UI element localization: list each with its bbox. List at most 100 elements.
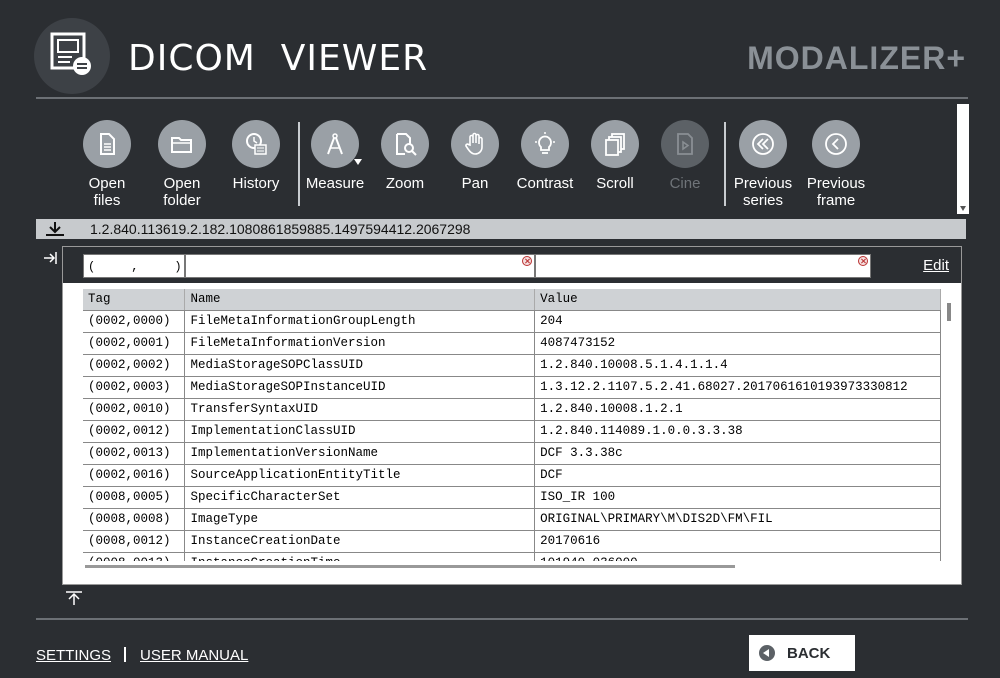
clear-name-filter-icon[interactable] (522, 256, 532, 266)
tag-cell: (0008,0013) (83, 552, 186, 561)
user-manual-link[interactable]: USER MANUAL (140, 647, 248, 664)
measure-label: Measure (305, 175, 365, 192)
name-cell: ImageType (184, 508, 536, 531)
name-cell: FileMetaInformationGroupLength (184, 310, 536, 333)
compass-icon (327, 133, 343, 155)
tag-cell: (0008,0005) (83, 486, 186, 509)
tag-cell: (0002,0001) (83, 332, 186, 355)
column-header-value[interactable]: Value (534, 289, 941, 311)
table-row[interactable]: (0002,0012) ImplementationClassUID 1.2.840… (83, 420, 941, 443)
dock-right-icon[interactable] (44, 250, 58, 266)
filter-bar: ( , ) Edit (63, 247, 961, 283)
cine-button[interactable]: Cine (648, 120, 722, 192)
previous-frame-label: Previous frame (806, 175, 866, 209)
previous-frame-button[interactable]: Previous frame (799, 120, 873, 209)
stack-icon (605, 133, 625, 156)
tag-cell: (0008,0008) (83, 508, 186, 531)
name-cell: ImplementationVersionName (184, 442, 536, 465)
app-title: DICOM VIEWER (128, 38, 429, 79)
pan-button[interactable]: Pan (438, 120, 512, 192)
value-cell: 1.2.840.10008.1.2.1 (534, 398, 941, 421)
name-cell: SourceApplicationEntityTitle (184, 464, 536, 487)
value-cell: 1.2.840.114089.1.0.0.3.3.38 (534, 420, 941, 443)
header-divider (36, 97, 968, 99)
back-button[interactable]: BACK (749, 635, 855, 671)
chevron-left-icon (825, 133, 847, 155)
toolbar-scrollbar[interactable] (957, 104, 969, 214)
column-header-tag[interactable]: Tag (83, 289, 186, 311)
tag-cell: (0002,0016) (83, 464, 186, 487)
table-row[interactable]: (0002,0016) SourceApplicationEntityTitle D… (83, 464, 941, 487)
double-chevron-left-icon (752, 133, 774, 155)
zoom-button[interactable]: Zoom (368, 120, 442, 192)
open-folder-button[interactable]: Open folder (145, 120, 219, 209)
table-row[interactable]: (0008,0008) ImageType ORIGINAL\PRIMARY\M\D… (83, 508, 941, 531)
contrast-label: Contrast (516, 175, 574, 192)
measure-dropdown-caret[interactable] (354, 159, 362, 165)
value-filter-input[interactable] (535, 254, 871, 278)
table-row[interactable]: (0008,0005) SpecificCharacterSet ISO_IR 10… (83, 486, 941, 509)
previous-series-button[interactable]: Previous series (726, 120, 800, 209)
scroll-label: Scroll (596, 175, 634, 192)
tag-filter-input[interactable]: ( , ) (83, 254, 196, 278)
measure-button[interactable]: Measure (298, 120, 372, 192)
history-button[interactable]: History (219, 120, 293, 192)
name-cell: InstanceCreationTime (184, 552, 536, 561)
footer-separator (124, 647, 126, 662)
name-cell: InstanceCreationDate (184, 530, 536, 553)
collapse-down-icon[interactable] (44, 221, 66, 237)
name-filter-input[interactable] (185, 254, 535, 278)
edit-link[interactable]: Edit (923, 257, 949, 274)
dicom-tag-panel: ( , ) Edit Tag Name Value (0002,0000) Fi… (62, 246, 962, 585)
name-cell: MediaStorageSOPClassUID (184, 354, 536, 377)
value-cell: 20170616 (534, 530, 941, 553)
value-cell: 1.3.12.2.1107.5.2.41.68027.2017061610193… (534, 376, 941, 399)
table-row[interactable]: (0002,0000) FileMetaInformationGroupLengt… (83, 310, 941, 333)
table-row[interactable]: (0002,0003) MediaStorageSOPInstanceUID 1.3… (83, 376, 941, 399)
name-cell: MediaStorageSOPInstanceUID (184, 376, 536, 399)
app-header: DICOM VIEWER MODALIZER+ (0, 0, 1000, 100)
tag-cell: (0002,0000) (83, 310, 186, 333)
collapse-up-icon[interactable] (64, 590, 84, 606)
column-header-name[interactable]: Name (184, 289, 536, 311)
tag-cell: (0002,0012) (83, 420, 186, 443)
name-cell: ImplementationClassUID (184, 420, 536, 443)
table-row[interactable]: (0002,0002) MediaStorageSOPClassUID 1.2.84… (83, 354, 941, 377)
value-cell: 4087473152 (534, 332, 941, 355)
file-icon (100, 133, 115, 155)
table-vertical-scrollbar[interactable] (947, 303, 951, 321)
value-cell: 1.2.840.10008.5.1.4.1.1.4 (534, 354, 941, 377)
open-files-label: Open files (88, 175, 126, 209)
scroll-down-arrow-icon[interactable] (960, 206, 966, 211)
table-row[interactable]: (0002,0001) FileMetaInformationVersion 408… (83, 332, 941, 355)
app-logo (34, 18, 110, 94)
history-icon (246, 133, 267, 155)
table-row[interactable]: (0002,0013) ImplementationVersionName DCF … (83, 442, 941, 465)
clear-value-filter-icon[interactable] (858, 256, 868, 266)
table-row[interactable]: (0008,0012) InstanceCreationDate 20170616 (83, 530, 941, 553)
series-uid: 1.2.840.113619.2.182.1080861859885.14975… (90, 221, 471, 237)
scroll-button[interactable]: Scroll (578, 120, 652, 192)
tag-cell: (0002,0003) (83, 376, 186, 399)
hand-icon (465, 132, 483, 155)
lightbulb-icon (535, 132, 555, 154)
footer-divider (36, 618, 968, 620)
value-cell: 101940.036000 (534, 552, 941, 561)
dicom-tag-table: Tag Name Value (0002,0000) FileMetaInform… (83, 289, 941, 561)
tag-cell: (0002,0010) (83, 398, 186, 421)
table-row[interactable]: (0002,0010) TransferSyntaxUID 1.2.840.1000… (83, 398, 941, 421)
table-row[interactable]: (0008,0013)InstanceCreationTime101940.03… (83, 552, 941, 561)
tag-cell: (0008,0012) (83, 530, 186, 553)
contrast-button[interactable]: Contrast (508, 120, 582, 192)
table-horizontal-scrollbar[interactable] (85, 565, 735, 568)
open-files-button[interactable]: Open files (70, 120, 144, 209)
tag-filter-value: ( , ) (88, 260, 182, 274)
zoom-icon (396, 133, 417, 156)
name-cell: FileMetaInformationVersion (184, 332, 536, 355)
settings-link[interactable]: SETTINGS (36, 647, 111, 664)
back-label: BACK (787, 645, 831, 662)
pan-label: Pan (461, 175, 489, 192)
brand-logo: MODALIZER+ (747, 40, 966, 76)
value-cell: ORIGINAL\PRIMARY\M\DIS2D\FM\FIL (534, 508, 941, 531)
value-cell: ISO_IR 100 (534, 486, 941, 509)
